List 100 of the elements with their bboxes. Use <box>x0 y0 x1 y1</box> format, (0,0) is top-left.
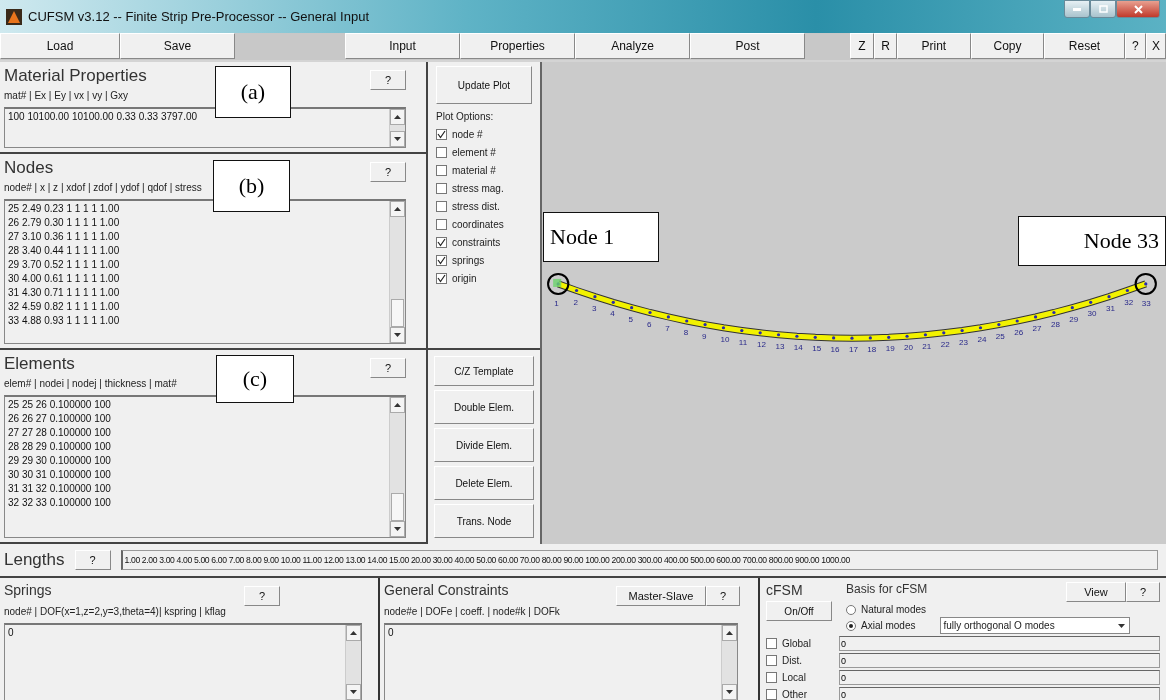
checkbox-label[interactable]: Dist. <box>782 655 834 666</box>
toolbar-button[interactable]: Print <box>897 33 971 59</box>
toolbar-button[interactable]: R <box>874 33 897 59</box>
input-field[interactable]: 0 <box>839 687 1160 700</box>
scroll-down-icon[interactable] <box>394 333 401 337</box>
checkbox[interactable] <box>436 129 447 140</box>
help-button[interactable]: ? <box>74 550 111 570</box>
tool-button[interactable]: Double Elem. <box>434 390 534 424</box>
data-list[interactable]: 0 <box>4 623 362 700</box>
scrollbar[interactable] <box>721 625 737 700</box>
checkbox-label[interactable]: Other <box>782 689 834 700</box>
scrollbar[interactable] <box>389 397 405 537</box>
scroll-up-icon[interactable] <box>394 403 401 407</box>
checkbox-label[interactable]: node # <box>452 129 483 140</box>
radio-button[interactable] <box>846 604 856 615</box>
help-button[interactable]: ? <box>706 586 740 606</box>
toolbar-button[interactable]: Copy <box>970 33 1045 59</box>
scroll-up-icon[interactable] <box>394 207 401 211</box>
scroll-thumb[interactable] <box>391 299 404 327</box>
help-button[interactable]: ? <box>370 162 406 182</box>
view-button[interactable]: View <box>1066 582 1126 602</box>
toolbar-button[interactable]: Reset <box>1044 33 1125 59</box>
scroll-down-icon[interactable] <box>394 137 401 141</box>
scroll-down-icon[interactable] <box>726 690 733 694</box>
checkbox[interactable] <box>436 255 447 266</box>
panel-title: Springs <box>4 582 52 598</box>
toolbar-button[interactable]: Analyze <box>575 33 690 59</box>
help-button[interactable]: ? <box>370 358 406 378</box>
checkbox[interactable] <box>436 183 447 194</box>
toolbar-button[interactable]: Input <box>345 33 460 59</box>
input-field[interactable]: 0 <box>839 653 1160 668</box>
toggle-button[interactable]: On/Off <box>766 601 832 621</box>
checkbox-label[interactable]: stress dist. <box>452 201 500 212</box>
checkbox[interactable] <box>766 672 777 683</box>
data-list[interactable] <box>4 199 406 344</box>
data-row-text: 30 4.00 0.61 1 1 1 1 1.00 <box>8 272 121 286</box>
checkbox[interactable] <box>436 201 447 212</box>
scrollbar[interactable] <box>389 109 405 147</box>
update-plot-button[interactable]: Update Plot <box>436 66 532 104</box>
data-list[interactable]: 25 25 26 0.100000 100 26 26 27 0.100000 100 27 27 28 0.100000 100 28 28 29 0.100000 100 29 29 30 0.100000 100 30 30 31 0.100000 100 31 31 32 0.100000 100 32 32 33 0.100000 100 <box>4 395 406 538</box>
checkbox[interactable] <box>436 219 447 230</box>
radio-label[interactable]: Natural modes <box>861 604 927 615</box>
input-field[interactable]: 0 <box>839 636 1160 651</box>
annotation-label: (a) <box>215 66 291 118</box>
toolbar-button[interactable]: Save <box>119 33 235 59</box>
tool-button[interactable]: C/Z Template <box>434 356 534 386</box>
data-row-text: 27 3.10 0.36 1 1 1 1 1.00 <box>8 230 121 244</box>
checkbox-label[interactable]: stress mag. <box>452 183 504 194</box>
tool-button[interactable]: Divide Elem. <box>434 428 534 462</box>
data-list[interactable]: 0 <box>384 623 738 700</box>
toolbar-button[interactable]: ? <box>1124 33 1146 59</box>
close-button[interactable] <box>1116 0 1160 18</box>
master-slave-button[interactable]: Master-Slave <box>616 586 706 606</box>
data-row-text: 26 2.79 0.30 1 1 1 1 1.00 <box>8 216 121 230</box>
help-button[interactable]: ? <box>244 586 280 606</box>
toolbar-button[interactable]: Post <box>690 33 805 59</box>
checkbox-label[interactable]: origin <box>452 273 477 284</box>
panel-title: Material Properties <box>4 66 147 86</box>
help-button[interactable]: ? <box>1126 582 1160 602</box>
column-legend: mat# | Ex | Ey | vx | vy | Gxy <box>4 90 129 101</box>
maximize-button[interactable] <box>1090 0 1116 18</box>
checkbox-label[interactable]: material # <box>452 165 496 176</box>
dropdown[interactable]: fully orthogonal O modes <box>940 617 1131 634</box>
toolbar-button[interactable]: Properties <box>460 33 575 59</box>
scrollbar[interactable] <box>389 201 405 343</box>
scroll-up-icon[interactable] <box>394 115 401 119</box>
checkbox-label[interactable]: springs <box>452 255 485 266</box>
scrollbar[interactable] <box>345 625 361 700</box>
scroll-up-icon[interactable] <box>726 631 733 635</box>
toolbar-button[interactable]: Load <box>0 33 120 59</box>
radio-label[interactable]: Axial modes <box>861 620 916 631</box>
tool-button[interactable]: Trans. Node <box>434 504 534 538</box>
scroll-down-icon[interactable] <box>350 690 357 694</box>
checkbox-label[interactable]: constraints <box>452 237 501 248</box>
toolbar-button[interactable]: X <box>1145 33 1166 59</box>
lengths-field[interactable]: 1.00 2.00 3.00 4.00 5.00 6.00 7.00 8.00 9.00 10.00 11.00 12.00 13.00 14.00 15.00 20.00 30.00 40.00 50.00 60.00 70.00 80.00 90.00 100.00 200.00 300.00 400.00 500.00 600.00 700.00 800.00 900.00 1000.00 <box>120 550 1158 570</box>
checkbox-label[interactable]: element # <box>452 147 496 158</box>
checkbox[interactable] <box>766 638 777 649</box>
checkbox[interactable] <box>436 273 447 284</box>
data-row-text: 30 30 31 0.100000 100 <box>8 468 112 482</box>
minimize-button[interactable] <box>1064 0 1090 18</box>
scroll-thumb[interactable] <box>391 493 404 521</box>
checkbox-label[interactable]: Local <box>782 672 834 683</box>
checkbox[interactable] <box>766 689 777 700</box>
checkbox[interactable] <box>436 165 447 176</box>
data-list[interactable]: 100 10100.00 10100.00 0.33 0.33 3797.00 <box>4 107 406 148</box>
radio-button[interactable] <box>846 620 856 631</box>
data-row-text: 25 2.49 0.23 1 1 1 1 1.00 <box>8 202 121 216</box>
help-button[interactable]: ? <box>370 70 406 90</box>
scroll-down-icon[interactable] <box>394 527 401 531</box>
checkbox-label[interactable]: coordinates <box>452 219 504 230</box>
toolbar-button[interactable]: Z <box>850 33 874 59</box>
checkbox[interactable] <box>436 147 447 158</box>
data-row-text: 29 29 30 0.100000 100 <box>8 454 112 468</box>
input-field[interactable]: 0 <box>839 670 1160 685</box>
checkbox[interactable] <box>766 655 777 666</box>
scroll-up-icon[interactable] <box>350 631 357 635</box>
tool-button[interactable]: Delete Elem. <box>434 466 534 500</box>
checkbox[interactable] <box>436 237 447 248</box>
checkbox-label[interactable]: Global <box>782 638 834 649</box>
